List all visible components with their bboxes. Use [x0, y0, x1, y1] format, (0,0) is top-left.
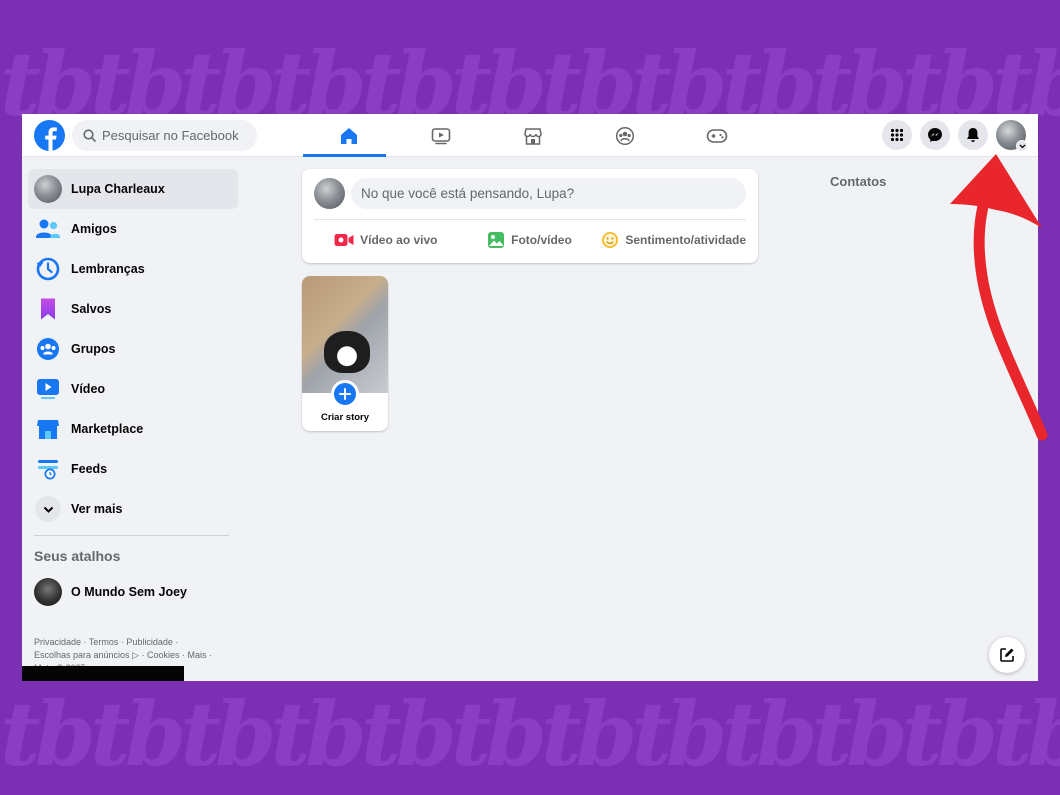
tab-marketplace[interactable]	[487, 114, 579, 157]
sidebar-item-label: Amigos	[71, 222, 117, 236]
photo-video-label: Foto/vídeo	[511, 233, 572, 247]
profile-avatar	[34, 175, 62, 203]
new-message-button[interactable]	[989, 637, 1025, 673]
live-video-icon	[334, 234, 354, 246]
sidebar-item-label: Lupa Charleaux	[71, 182, 165, 196]
story-label: Criar story	[320, 412, 370, 423]
background-watermark: tbtbtbtbtbtbtbtbtbtbtbtbtbtb	[0, 690, 1060, 778]
photo-video-button[interactable]: Foto/vídeo	[458, 224, 602, 256]
sidebar-item-label: Ver mais	[71, 502, 123, 516]
sidebar-item-label: Marketplace	[71, 422, 144, 436]
menu-button[interactable]	[882, 120, 912, 150]
sidebar-item-memories[interactable]: Lembranças	[28, 249, 238, 289]
menu-grid-icon	[890, 128, 904, 142]
sidebar-item-friends[interactable]: Amigos	[28, 209, 238, 249]
create-story-card[interactable]: Criar story	[302, 276, 388, 431]
tab-home[interactable]	[303, 114, 395, 157]
top-navigation-bar	[22, 114, 1038, 157]
main-nav-tabs	[303, 114, 763, 157]
sidebar-item-see-more[interactable]: Ver mais	[28, 489, 238, 529]
sidebar-item-video[interactable]: Vídeo	[28, 369, 238, 409]
composer-divider	[314, 219, 746, 220]
shortcut-label: O Mundo Sem Joey	[71, 585, 187, 599]
facebook-window: Lupa Charleaux Amigos Lembr	[22, 114, 1038, 681]
add-story-button[interactable]	[331, 380, 359, 408]
composer-avatar[interactable]	[314, 178, 345, 209]
sidebar-divider	[34, 535, 229, 536]
sidebar-item-marketplace[interactable]: Marketplace	[28, 409, 238, 449]
shortcut-item[interactable]: O Mundo Sem Joey	[28, 572, 238, 612]
store-icon	[524, 127, 542, 145]
live-video-button[interactable]: Vídeo ao vivo	[314, 224, 458, 256]
gamepad-icon	[706, 128, 728, 143]
red-arrow-annotation	[950, 154, 1048, 441]
chevron-down-icon	[35, 496, 61, 522]
feeling-activity-label: Sentimento/atividade	[625, 233, 747, 247]
sidebar-item-label: Lembranças	[71, 262, 145, 276]
home-icon	[341, 127, 357, 144]
live-video-label: Vídeo ao vivo	[360, 233, 438, 247]
shortcuts-title: Seus atalhos	[34, 548, 121, 564]
footer-line[interactable]: Privacidade · Termos · Publicidade ·	[34, 636, 214, 649]
facebook-logo[interactable]	[34, 120, 65, 151]
sidebar-item-label: Salvos	[71, 302, 112, 316]
feeling-activity-button[interactable]: Sentimento/atividade	[601, 224, 746, 256]
composer-actions: Vídeo ao vivo Foto/vídeo Sentimento/ativ…	[314, 224, 746, 256]
sidebar-item-label: Grupos	[71, 342, 116, 356]
friends-icon	[36, 219, 60, 238]
sidebar-item-groups[interactable]: Grupos	[28, 329, 238, 369]
compose-icon	[1000, 648, 1014, 662]
composer-input[interactable]	[351, 178, 746, 209]
tab-gaming[interactable]	[671, 114, 763, 157]
black-bar	[22, 666, 184, 681]
feeds-icon	[38, 460, 58, 480]
sidebar-item-label: Feeds	[71, 462, 108, 476]
sidebar-item-feeds[interactable]: Feeds	[28, 449, 238, 489]
sidebar-item-label: Vídeo	[71, 382, 106, 396]
search-input[interactable]	[102, 128, 242, 143]
bookmark-icon	[41, 298, 55, 320]
shortcut-avatar	[34, 578, 62, 606]
sidebar-item-saved[interactable]: Salvos	[28, 289, 238, 329]
footer-line[interactable]: Escolhas para anúncios ▷ · Cookies · Mai…	[34, 649, 214, 662]
tab-watch[interactable]	[395, 114, 487, 157]
story-cat-image	[324, 331, 370, 373]
memories-icon	[36, 257, 60, 281]
photo-icon	[488, 232, 505, 248]
search-bar[interactable]	[72, 120, 257, 151]
groups-icon	[37, 338, 59, 360]
contacts-title: Contatos	[830, 174, 887, 189]
store-icon	[37, 420, 59, 439]
sidebar-item-profile[interactable]: Lupa Charleaux	[28, 169, 238, 209]
video-play-icon	[431, 127, 451, 144]
video-icon	[37, 379, 59, 399]
left-sidebar: Lupa Charleaux Amigos Lembranças Salvos …	[28, 169, 238, 612]
groups-icon	[615, 126, 635, 145]
smiley-icon	[602, 232, 619, 248]
search-icon	[83, 129, 96, 142]
tab-groups[interactable]	[579, 114, 671, 157]
post-composer: Vídeo ao vivo Foto/vídeo Sentime	[302, 169, 758, 263]
plus-icon	[339, 388, 351, 400]
